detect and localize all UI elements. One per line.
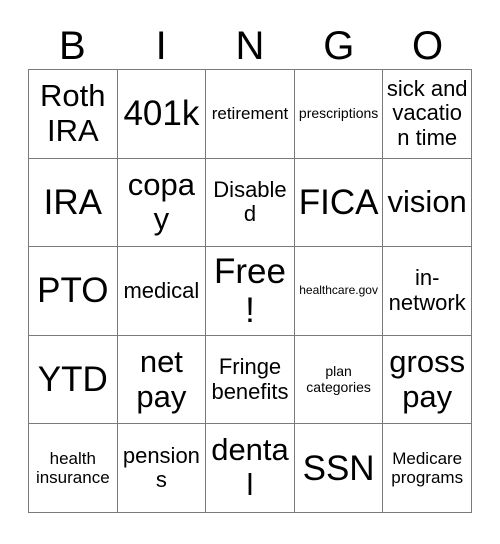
bingo-cell-label: FICA <box>298 182 379 222</box>
bingo-cell-g2[interactable]: FICA <box>294 158 384 248</box>
bingo-cell-label: 401k <box>123 94 200 134</box>
bingo-cell-label: dental <box>211 432 289 503</box>
header-letter-i: I <box>155 24 167 68</box>
bingo-cell-label: Medicare programs <box>391 449 464 488</box>
bingo-cell-label: health insurance <box>35 449 110 488</box>
bingo-cell-label: Disabled <box>213 176 287 227</box>
bingo-cell-g5[interactable]: SSN <box>294 424 384 513</box>
bingo-cell-label: net pay <box>136 343 187 414</box>
header-letter-g: G <box>323 24 355 68</box>
bingo-cell-label: medical <box>123 277 200 303</box>
bingo-cell-o3[interactable]: in-network <box>383 247 472 336</box>
bingo-cell-label: in-network <box>388 265 466 315</box>
bingo-cell-b4[interactable]: YTD <box>29 335 118 425</box>
bingo-cell-label: pensions <box>122 442 200 493</box>
bingo-cell-label: Roth IRA <box>40 78 106 148</box>
header-letter-o: O <box>412 24 444 68</box>
bingo-cell-label: IRA <box>43 182 102 222</box>
bingo-cell-o4[interactable]: gross pay <box>383 335 472 425</box>
bingo-cell-label: plan categories <box>306 362 371 395</box>
bingo-cell-b2[interactable]: IRA <box>29 158 118 248</box>
bingo-cell-o2[interactable]: vision <box>383 158 472 248</box>
bingo-cell-label: vision <box>387 184 467 220</box>
bingo-cell-o1[interactable]: sick and vacation time <box>383 70 472 159</box>
bingo-cell-g4[interactable]: plan categories <box>294 335 384 425</box>
bingo-cell-i1[interactable]: 401k <box>117 70 207 159</box>
bingo-cell-label: prescriptions <box>298 104 379 121</box>
bingo-cell-label: healthcare.gov <box>299 283 378 298</box>
bingo-cell-g1[interactable]: prescriptions <box>294 70 384 159</box>
bingo-cell-n4[interactable]: Fringe benefits <box>206 335 295 425</box>
bingo-cell-o5[interactable]: Medicare programs <box>383 424 472 513</box>
bingo-cell-label: sick and vacation time <box>386 75 468 151</box>
bingo-cell-g3[interactable]: healthcare.gov <box>294 247 384 336</box>
bingo-cell-i2[interactable]: copay <box>117 158 207 248</box>
bingo-cell-label: Free! <box>214 251 286 330</box>
bingo-cell-i5[interactable]: pensions <box>117 424 207 513</box>
bingo-cell-b1[interactable]: Roth IRA <box>29 70 118 159</box>
bingo-cell-n5[interactable]: dental <box>206 424 295 513</box>
bingo-cell-i4[interactable]: net pay <box>117 335 207 425</box>
header-letter-b: B <box>59 24 86 68</box>
bingo-cell-i3[interactable]: medical <box>117 247 207 336</box>
bingo-cell-label: retirement <box>211 104 289 124</box>
header-letter-n: N <box>235 24 265 68</box>
bingo-cell-n2[interactable]: Disabled <box>206 158 295 248</box>
bingo-cell-label: copay <box>127 166 195 237</box>
bingo-cell-label: YTD <box>37 360 108 399</box>
bingo-header: B I N G O <box>28 16 472 69</box>
bingo-grid: Roth IRA 401k retirement prescriptions s… <box>28 69 472 513</box>
bingo-cell-b3[interactable]: PTO <box>29 247 118 336</box>
bingo-card: B I N G O Roth IRA 401k retirement presc… <box>0 0 500 544</box>
bingo-cell-free-space[interactable]: Free! <box>206 247 295 336</box>
bingo-cell-label: PTO <box>37 271 109 311</box>
bingo-cell-label: SSN <box>302 448 375 488</box>
bingo-cell-n1[interactable]: retirement <box>206 70 295 159</box>
bingo-cell-label: gross pay <box>389 343 466 414</box>
bingo-cell-label: Fringe benefits <box>211 353 289 404</box>
bingo-cell-b5[interactable]: health insurance <box>29 424 118 513</box>
